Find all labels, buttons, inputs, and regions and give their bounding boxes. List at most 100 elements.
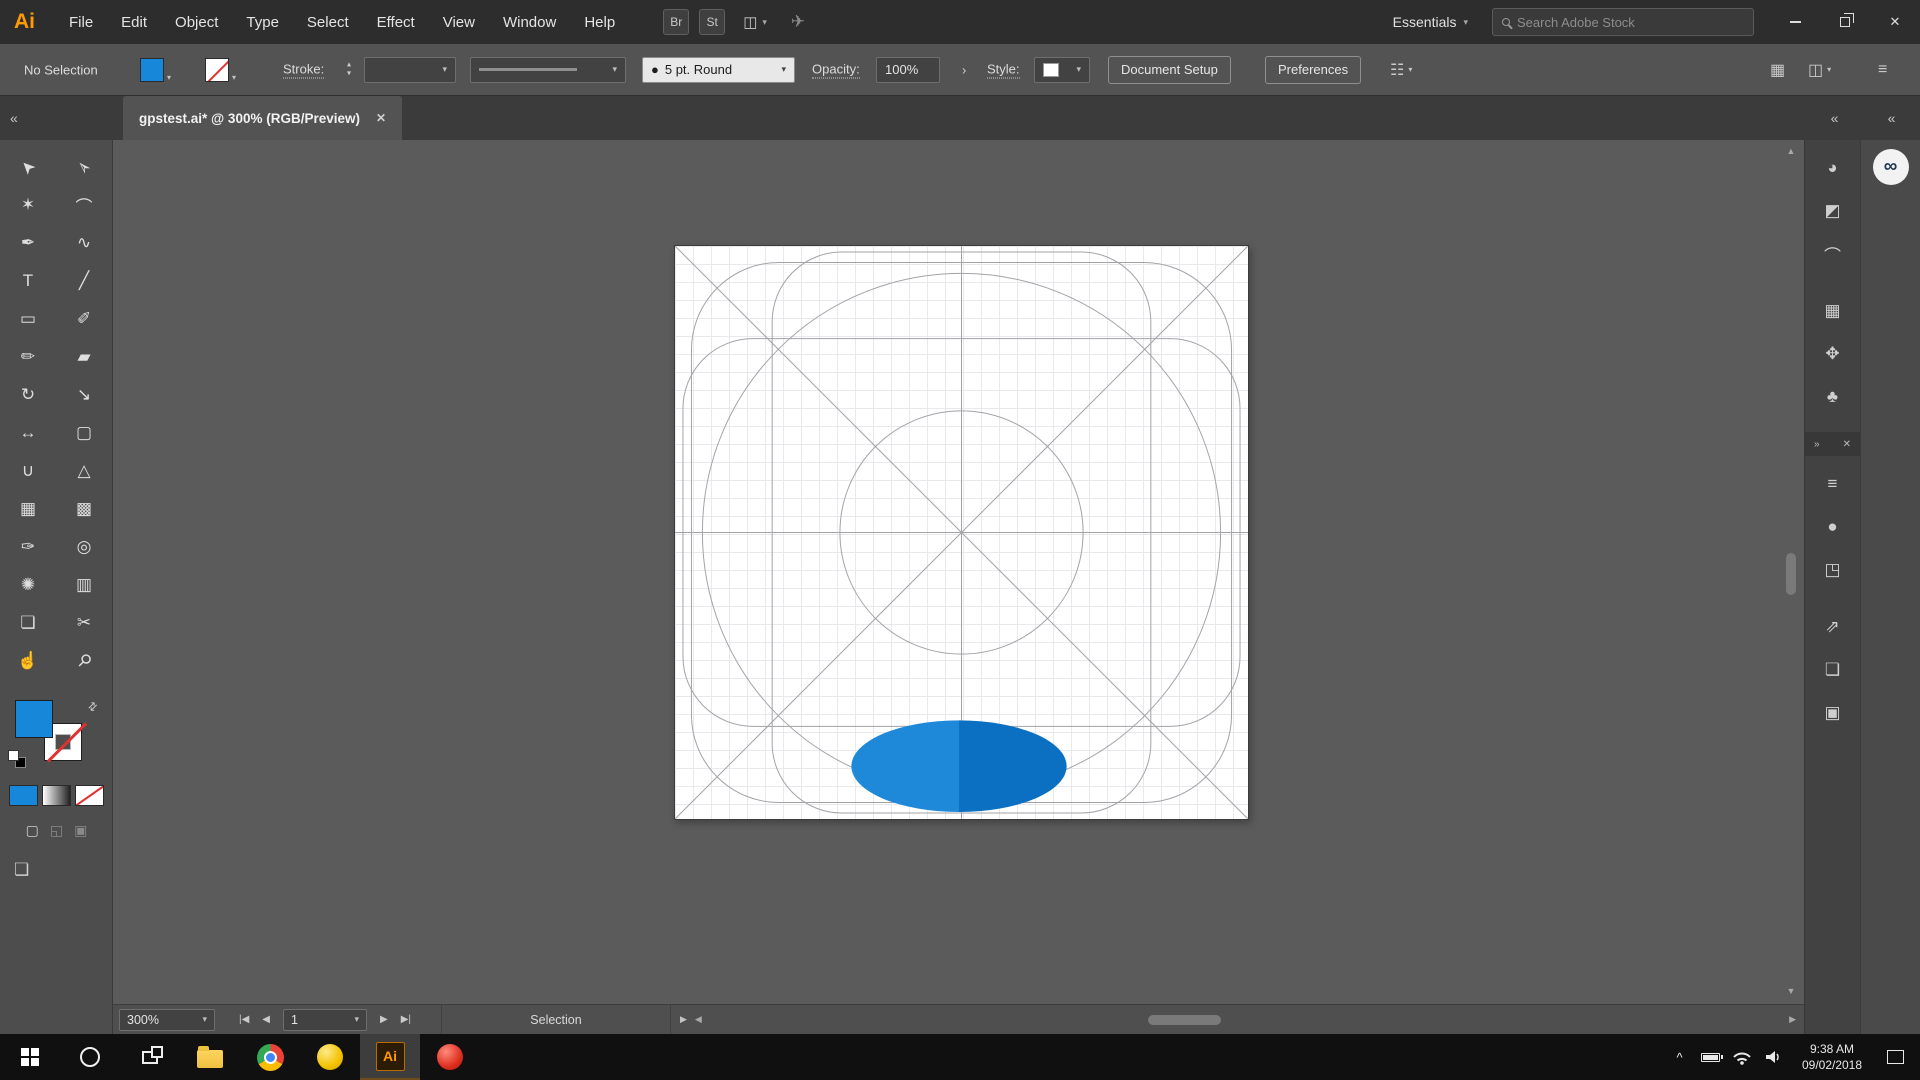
style-label[interactable]: Style: [987, 61, 1020, 78]
hand-tool[interactable]: ☝ [0, 642, 56, 680]
last-artboard-button[interactable]: ▶| [401, 1014, 411, 1025]
fill-color-control[interactable]: ▾ [140, 58, 171, 82]
draw-inside-icon[interactable]: ▣ [74, 822, 87, 839]
paintbrush-tool[interactable]: ✐ [56, 300, 112, 338]
close-button[interactable]: ✕ [1870, 0, 1920, 44]
shape-builder-tool[interactable]: ∪ [0, 452, 56, 490]
menu-effect[interactable]: Effect [363, 0, 429, 44]
inner-dock-collapse-button[interactable]: « [1806, 96, 1863, 140]
restore-button[interactable] [1820, 0, 1870, 44]
pen-tool[interactable]: ✒ [0, 224, 56, 262]
eyedropper-tool[interactable]: ✑ [0, 528, 56, 566]
scroll-down-icon[interactable]: ▼ [1787, 984, 1796, 998]
layers-icon[interactable]: ❏ [1813, 650, 1853, 690]
shaper-tool[interactable]: ✏ [0, 338, 56, 376]
opacity-label[interactable]: Opacity: [812, 61, 860, 78]
menu-edit[interactable]: Edit [107, 0, 161, 44]
scroll-right-icon[interactable]: ▶ [1789, 1014, 1796, 1025]
fill-swatch[interactable] [15, 700, 53, 738]
fill-color-swatch[interactable] [140, 58, 164, 82]
stock-search-input[interactable] [1517, 15, 1744, 30]
ellipse-right-half[interactable] [959, 720, 1067, 812]
artboard-number-select[interactable]: 1 ▾ [283, 1009, 367, 1031]
bridge-button[interactable]: Br [663, 9, 689, 35]
chevron-down-icon[interactable]: ▾ [167, 73, 171, 82]
perspective-grid-tool[interactable]: △ [56, 452, 112, 490]
horizontal-scroll-thumb[interactable] [1148, 1015, 1221, 1025]
vertical-scroll-track[interactable] [1785, 158, 1797, 984]
stock-button[interactable]: St [699, 9, 725, 35]
workspace-switcher[interactable]: Essentials ▾ [1393, 14, 1468, 30]
selection-tool[interactable]: ➤ [0, 148, 56, 186]
width-tool[interactable]: ↔ [0, 414, 56, 452]
menu-list-icon[interactable]: ≡ [1878, 61, 1887, 79]
tab-close-icon[interactable]: ✕ [376, 111, 386, 125]
rectangle-tool[interactable]: ▭ [0, 300, 56, 338]
scroll-up-icon[interactable]: ▲ [1787, 144, 1796, 158]
cortana-search-button[interactable] [60, 1034, 120, 1080]
align-control[interactable]: ☷ ▾ [1390, 60, 1412, 80]
expand-panel-icon[interactable]: » [1814, 439, 1820, 450]
menu-type[interactable]: Type [232, 0, 293, 44]
status-flyout-icon[interactable]: ▶ [680, 1014, 687, 1025]
slice-tool[interactable]: ✂ [56, 604, 112, 642]
artboard[interactable] [674, 245, 1249, 820]
zoom-level-select[interactable]: 300% ▾ [119, 1009, 215, 1031]
vertical-scrollbar[interactable]: ▲ ▼ [1783, 144, 1799, 998]
chevron-down-icon[interactable]: ▾ [232, 73, 236, 82]
chrome-button[interactable] [240, 1034, 300, 1080]
gradient-panel-icon[interactable]: ◩ [1813, 191, 1853, 231]
volume-button[interactable] [1757, 1049, 1788, 1065]
color-icon[interactable]: ● [1813, 507, 1853, 547]
menu-object[interactable]: Object [161, 0, 232, 44]
artboard-tool[interactable]: ❏ [0, 604, 56, 642]
toolbar-collapse-button[interactable]: « [0, 96, 113, 140]
type-tool[interactable]: T [0, 262, 56, 300]
status-display[interactable]: Selection [441, 1005, 671, 1034]
scroll-left-icon[interactable]: ◀ [695, 1014, 702, 1025]
none-button[interactable] [75, 785, 104, 806]
menu-help[interactable]: Help [570, 0, 629, 44]
action-center-button[interactable] [1876, 1050, 1914, 1064]
file-explorer-button[interactable] [180, 1034, 240, 1080]
stepper-up-icon[interactable]: ▴ [347, 60, 351, 69]
zoom-tool[interactable]: ⚲ [56, 642, 112, 680]
start-button[interactable] [0, 1034, 60, 1080]
battery-button[interactable] [1695, 1053, 1726, 1062]
canvas-pasteboard[interactable]: ▲ ▼ [113, 140, 1804, 1004]
stroke-label[interactable]: Stroke: [283, 61, 324, 78]
line-segment-tool[interactable]: ╱ [56, 262, 112, 300]
horizontal-scrollbar[interactable]: ◀ ▶ [695, 1014, 1796, 1026]
tray-expand-button[interactable]: ^ [1664, 1050, 1695, 1065]
stepper-down-icon[interactable]: ▾ [347, 70, 351, 79]
color-button[interactable] [9, 785, 38, 806]
minimize-button[interactable] [1770, 0, 1820, 44]
rotate-tool[interactable]: ↻ [0, 376, 56, 414]
brush-select[interactable]: ● 5 pt. Round ▾ [642, 57, 795, 83]
illustrator-taskbar-button[interactable]: Ai [360, 1034, 420, 1080]
taskbar-clock[interactable]: 9:38 AM 09/02/2018 [1788, 1041, 1876, 1073]
task-view-button[interactable] [120, 1034, 180, 1080]
network-button[interactable] [1726, 1049, 1757, 1065]
close-panel-icon[interactable]: ✕ [1843, 439, 1851, 450]
ellipse-left-half[interactable] [851, 720, 959, 812]
arrange-documents-button[interactable]: ◫ ▾ [743, 13, 767, 31]
previous-artboard-button[interactable]: ◀ [262, 1014, 270, 1025]
opacity-input[interactable]: 100% [876, 57, 940, 83]
menu-view[interactable]: View [429, 0, 489, 44]
stroke-color-swatch[interactable] [205, 58, 229, 82]
image-trace-icon[interactable]: ⌒ [1813, 234, 1853, 274]
crop-icon[interactable]: ◳ [1813, 550, 1853, 590]
vertical-scroll-thumb[interactable] [1786, 553, 1796, 595]
menu-select[interactable]: Select [293, 0, 363, 44]
screen-mode-icon[interactable]: ❏ [14, 860, 29, 880]
outer-dock-collapse-button[interactable]: « [1863, 96, 1920, 140]
gradient-button[interactable] [42, 785, 71, 806]
menu-file[interactable]: File [55, 0, 107, 44]
style-select[interactable]: ▾ [1034, 57, 1090, 83]
pattern-icon[interactable]: ▦ [1813, 291, 1853, 331]
color-themes-icon[interactable]: ◕ [1813, 148, 1853, 188]
symbol-sprayer-tool[interactable]: ✺ [0, 566, 56, 604]
lasso-tool[interactable]: ⌒ [56, 186, 112, 224]
magic-wand-tool[interactable]: ✶ [0, 186, 56, 224]
